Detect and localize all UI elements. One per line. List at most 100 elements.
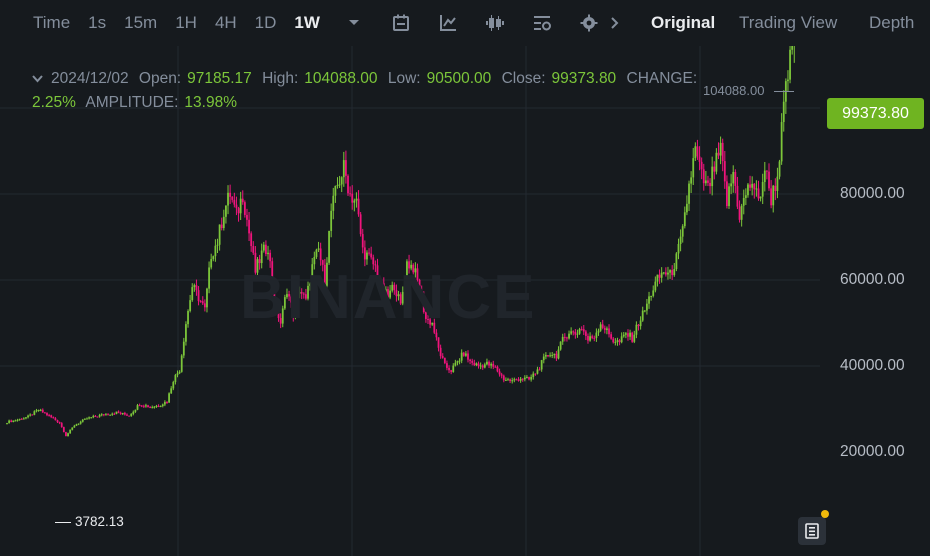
candle-body bbox=[294, 302, 297, 318]
tab-original[interactable]: Original bbox=[651, 13, 715, 33]
interval-time[interactable]: Time bbox=[33, 13, 70, 33]
chevron-right-icon[interactable] bbox=[605, 13, 625, 33]
candle-type-icon[interactable] bbox=[485, 13, 505, 33]
candle bbox=[578, 327, 581, 335]
candle bbox=[597, 328, 600, 336]
candle-body bbox=[763, 170, 766, 182]
candle-body bbox=[498, 371, 501, 375]
candle-body bbox=[595, 332, 598, 338]
candle bbox=[378, 275, 381, 285]
interval-1s[interactable]: 1s bbox=[88, 13, 106, 33]
candle bbox=[243, 200, 246, 218]
candle-body bbox=[589, 336, 591, 341]
candle bbox=[646, 298, 648, 315]
interval-1w[interactable]: 1W bbox=[294, 13, 320, 33]
candle bbox=[603, 325, 606, 334]
candle bbox=[582, 324, 585, 335]
candle-body bbox=[288, 294, 290, 297]
candle bbox=[683, 206, 686, 229]
candle-body bbox=[201, 301, 204, 304]
amplitude-label: AMPLITUDE: bbox=[85, 94, 179, 111]
low-marker-line bbox=[55, 522, 71, 523]
candle-body bbox=[153, 406, 156, 408]
candle-body bbox=[452, 365, 455, 372]
candle-body bbox=[328, 230, 330, 263]
candle-body bbox=[780, 122, 783, 162]
candle bbox=[216, 238, 219, 253]
candle bbox=[399, 292, 402, 306]
candle bbox=[123, 411, 126, 416]
interval-15m[interactable]: 15m bbox=[124, 13, 157, 33]
candle-body bbox=[340, 177, 343, 185]
candle bbox=[69, 429, 72, 434]
candle bbox=[559, 341, 562, 351]
candle bbox=[658, 269, 661, 284]
tab-trading-view[interactable]: Trading View bbox=[739, 13, 837, 33]
candle-body bbox=[361, 234, 364, 248]
candle-body bbox=[523, 377, 526, 380]
candle-body bbox=[52, 417, 55, 419]
candle-body bbox=[515, 379, 518, 381]
candlestick-chart[interactable] bbox=[0, 46, 930, 556]
candle-body bbox=[123, 412, 126, 415]
candle bbox=[677, 238, 680, 260]
candle bbox=[454, 359, 457, 367]
candle bbox=[441, 353, 444, 359]
candle-body bbox=[534, 373, 537, 375]
interval-4h[interactable]: 4H bbox=[215, 13, 237, 33]
candle bbox=[589, 332, 591, 342]
candle-body bbox=[67, 433, 69, 437]
candle bbox=[778, 159, 781, 180]
candle bbox=[220, 217, 223, 231]
candle bbox=[210, 253, 213, 270]
candle bbox=[237, 206, 240, 222]
candle-body bbox=[446, 363, 448, 368]
candle bbox=[662, 271, 665, 275]
gear-icon[interactable] bbox=[579, 13, 599, 33]
tab-depth[interactable]: Depth bbox=[869, 13, 914, 33]
candle-body bbox=[380, 282, 383, 284]
calendar-icon[interactable] bbox=[391, 13, 411, 33]
candle-body bbox=[315, 249, 318, 257]
candle-body bbox=[416, 268, 419, 280]
candle bbox=[252, 241, 255, 255]
candle-body bbox=[620, 336, 623, 343]
chevron-down-icon[interactable] bbox=[344, 13, 364, 33]
candle bbox=[54, 417, 57, 421]
candle bbox=[321, 259, 324, 272]
candle-body bbox=[715, 152, 718, 172]
candle bbox=[427, 314, 429, 325]
candle bbox=[479, 362, 482, 370]
candle bbox=[113, 412, 116, 415]
candle bbox=[580, 326, 583, 331]
candle-body bbox=[115, 411, 118, 414]
candle-body bbox=[469, 359, 471, 361]
candle bbox=[618, 338, 621, 346]
candle bbox=[770, 180, 773, 209]
candle bbox=[673, 262, 676, 277]
candle bbox=[214, 239, 217, 262]
candle bbox=[136, 403, 139, 411]
candle bbox=[372, 254, 375, 270]
candle-body bbox=[422, 295, 425, 313]
candle-body bbox=[521, 378, 524, 380]
candle bbox=[532, 371, 535, 380]
candle bbox=[292, 297, 295, 322]
interval-1h[interactable]: 1H bbox=[175, 13, 197, 33]
candle bbox=[616, 337, 619, 346]
candle bbox=[462, 351, 465, 357]
indicator-icon[interactable] bbox=[438, 13, 458, 33]
candle bbox=[648, 291, 650, 309]
candle bbox=[142, 404, 145, 409]
interval-1d[interactable]: 1D bbox=[255, 13, 277, 33]
data-table-button[interactable] bbox=[798, 517, 826, 545]
candle bbox=[319, 242, 322, 266]
settings-list-icon[interactable] bbox=[532, 13, 552, 33]
candle-body bbox=[711, 166, 714, 187]
candle bbox=[199, 299, 202, 303]
candle-body bbox=[94, 415, 97, 417]
candle bbox=[620, 332, 623, 344]
candle bbox=[740, 203, 743, 227]
chevron-down-icon[interactable] bbox=[32, 67, 43, 91]
candle-body bbox=[443, 357, 446, 364]
